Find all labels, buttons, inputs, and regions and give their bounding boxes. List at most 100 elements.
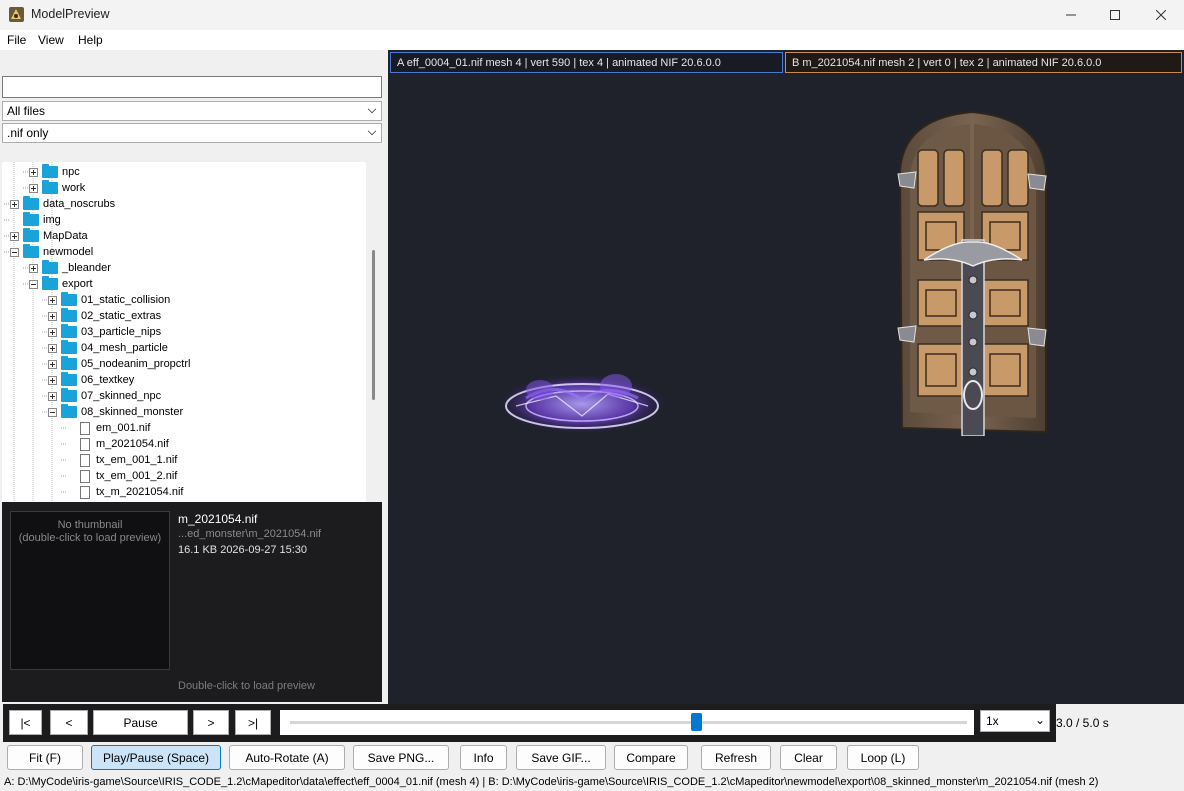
model-b-tab[interactable]: B m_2021054.nif mesh 2 | vert 0 | tex 2 … [785, 52, 1182, 73]
tree-file-item[interactable]: m_2021054.nif [67, 436, 169, 452]
folder-icon [23, 196, 39, 210]
folder-icon [23, 228, 39, 242]
tree-folder-item[interactable]: 04_mesh_particle [48, 340, 168, 356]
expand-icon[interactable] [48, 311, 57, 321]
expand-icon[interactable] [48, 343, 57, 353]
tree-folder-item[interactable]: _bleander [29, 260, 111, 276]
pause-button[interactable]: Pause [93, 710, 188, 735]
prev-frame-button[interactable]: < [50, 710, 88, 735]
extension-select[interactable]: .nif only [2, 123, 382, 143]
tree-item-label: 08_skinned_monster [81, 406, 184, 418]
save-png-button[interactable]: Save PNG... [353, 745, 449, 770]
menu-file[interactable]: File [7, 33, 26, 47]
fit-button[interactable]: Fit (F) [7, 745, 83, 770]
loop-button[interactable]: Loop (L) [847, 745, 919, 770]
collapse-icon[interactable] [10, 247, 19, 257]
collapse-icon[interactable] [48, 407, 57, 417]
tree-item-label: data_noscrubs [43, 198, 116, 210]
details-filename: m_2021054.nif [178, 512, 258, 526]
window-title: ModelPreview [31, 7, 110, 21]
search-input[interactable] [2, 76, 382, 98]
folder-icon [42, 260, 58, 274]
folder-icon [42, 180, 58, 194]
tree-folder-item[interactable]: data_noscrubs [10, 196, 115, 212]
expand-icon[interactable] [29, 167, 38, 177]
tree-folder-item[interactable]: img [10, 212, 61, 228]
expand-icon[interactable] [10, 199, 19, 209]
tree-folder-item[interactable]: 02_static_extras [48, 308, 161, 324]
info-button[interactable]: Info [460, 745, 507, 770]
tree-folder-item[interactable]: 07_skinned_npc [48, 388, 161, 404]
next-frame-button[interactable]: > [193, 710, 229, 735]
auto-rotate-button[interactable]: Auto-Rotate (A) [229, 745, 345, 770]
save-gif-button[interactable]: Save GIF... [516, 745, 606, 770]
tree-item-label: img [43, 214, 61, 226]
tree-folder-item[interactable]: export [29, 276, 93, 292]
tree-item-label: 03_particle_nips [81, 326, 162, 338]
folder-icon [42, 276, 58, 290]
tree-item-label: 05_nodeanim_propctrl [81, 358, 191, 370]
close-button[interactable] [1138, 0, 1184, 30]
model-a-tab[interactable]: A eff_0004_01.nif mesh 4 | vert 590 | te… [390, 52, 783, 73]
door-model [897, 110, 1047, 436]
file-browser-pane: All files .nif only npc work data_noscrubs… [0, 50, 388, 704]
tree-folder-item[interactable]: 01_static_collision [48, 292, 170, 308]
tree-folder-item[interactable]: npc [29, 164, 80, 180]
tree-item-label: tx_em_001_2.nif [96, 470, 178, 482]
tree-file-item[interactable]: tx_m_2021054.nif [67, 484, 183, 500]
tree-folder-item[interactable]: 08_skinned_monster [48, 404, 183, 420]
maximize-button[interactable] [1092, 0, 1138, 30]
clear-button[interactable]: Clear [780, 745, 837, 770]
chevron-down-icon: ⌄ [1034, 713, 1045, 727]
folder-icon [61, 356, 77, 370]
timeline-thumb[interactable] [691, 713, 703, 731]
tree-item-label: 06_textkey [81, 374, 135, 386]
menu-help[interactable]: Help [78, 33, 103, 47]
tree-file-item[interactable]: tx_em_001_2.nif [67, 468, 177, 484]
details-meta: 16.1 KB 2026-09-27 15:30 [178, 544, 308, 556]
tree-file-item[interactable]: tx_em_001_1.nif [67, 452, 177, 468]
tree-file-item[interactable]: em_001.nif [67, 420, 150, 436]
tree-folder-item[interactable]: 05_nodeanim_propctrl [48, 356, 190, 372]
tree-folder-item[interactable]: MapData [10, 228, 88, 244]
first-frame-button[interactable]: |< [9, 710, 42, 735]
expand-icon[interactable] [29, 263, 38, 273]
expand-icon[interactable] [48, 391, 57, 401]
folder-icon [61, 372, 77, 386]
tree-item-label: npc [62, 166, 80, 178]
minimize-button[interactable] [1048, 0, 1094, 30]
collapse-icon[interactable] [29, 279, 38, 289]
expand-icon[interactable] [48, 359, 57, 369]
expand-icon[interactable] [48, 375, 57, 385]
file-icon [80, 453, 90, 467]
compare-button[interactable]: Compare [614, 745, 688, 770]
file-type-select[interactable]: All files [2, 101, 382, 121]
refresh-button[interactable]: Refresh [701, 745, 771, 770]
chevron-down-icon [367, 104, 377, 114]
tree-item-label: 07_skinned_npc [81, 390, 162, 402]
last-frame-button[interactable]: >| [235, 710, 271, 735]
tree-folder-item[interactable]: 06_textkey [48, 372, 134, 388]
folder-icon [61, 404, 77, 418]
tree-scrollbar-thumb[interactable] [372, 250, 375, 400]
tree-item-label: 04_mesh_particle [81, 342, 168, 354]
expand-icon[interactable] [48, 295, 57, 305]
tree-item-label: export [62, 278, 93, 290]
tree-folder-item[interactable]: work [29, 180, 85, 196]
tree-item-label: MapData [43, 230, 88, 242]
expand-icon[interactable] [10, 231, 19, 241]
tree-scrollbar[interactable] [366, 162, 382, 502]
tree-folder-item[interactable]: 03_particle_nips [48, 324, 161, 340]
play-pause-button[interactable]: Play/Pause (Space) [91, 745, 221, 770]
speed-select[interactable]: 1x ⌄ [980, 710, 1050, 732]
expand-icon[interactable] [48, 327, 57, 337]
expand-icon[interactable] [29, 183, 38, 193]
file-details-panel: No thumbnail (double-click to load previ… [2, 502, 382, 702]
thumbnail-box[interactable]: No thumbnail (double-click to load previ… [10, 511, 170, 670]
tree-item-label: _bleander [62, 262, 111, 274]
menu-view[interactable]: View [38, 33, 64, 47]
timeline-slider[interactable] [280, 710, 974, 735]
model-viewport[interactable]: A eff_0004_01.nif mesh 4 | vert 590 | te… [388, 50, 1184, 704]
tree-folder-item[interactable]: newmodel [10, 244, 93, 260]
file-tree[interactable]: npc work data_noscrubsimg MapData newmodel _b… [2, 162, 382, 502]
